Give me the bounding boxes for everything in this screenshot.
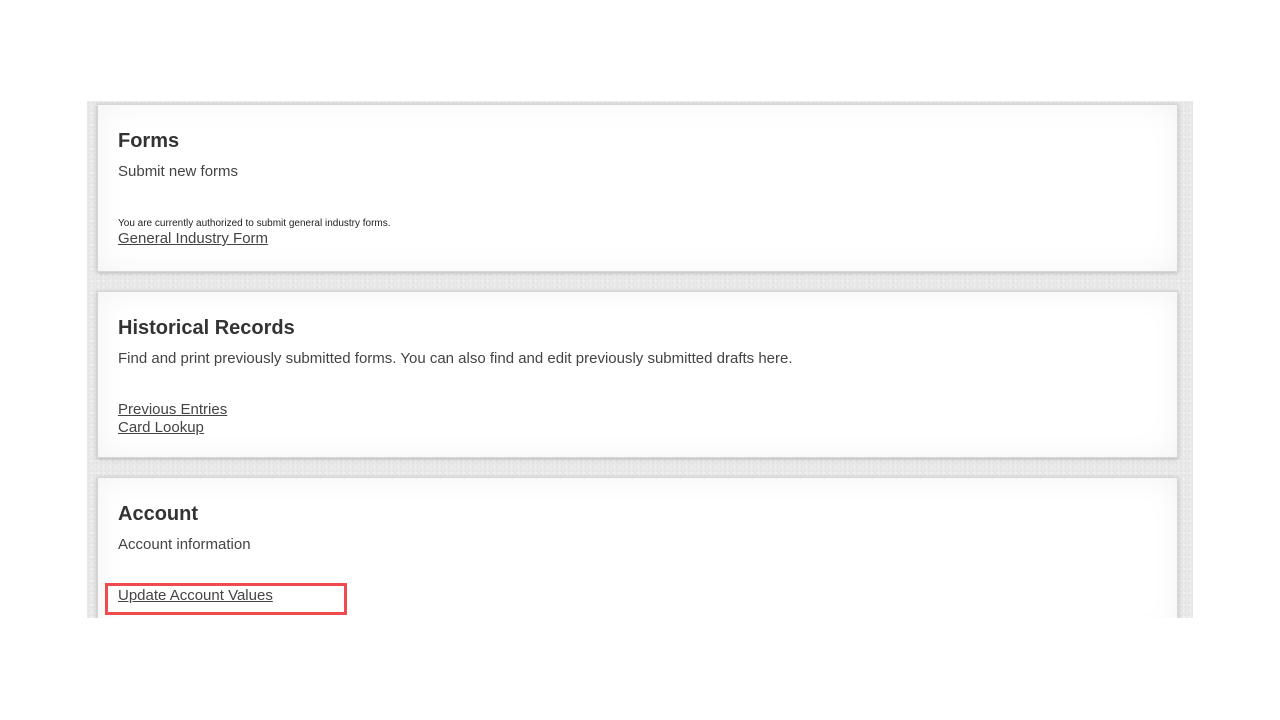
- forms-links: General Industry Form: [118, 230, 1157, 248]
- forms-description: Submit new forms: [118, 163, 239, 180]
- account-description: Account information: [118, 536, 251, 553]
- previous-entries-link[interactable]: Previous Entries: [118, 401, 1157, 419]
- historical-records-description: Find and print previously submitted form…: [118, 350, 793, 367]
- card-lookup-link[interactable]: Card Lookup: [118, 419, 1157, 437]
- account-title: Account: [118, 503, 198, 525]
- historical-records-card: Historical Records Find and print previo…: [97, 291, 1178, 458]
- historical-records-title: Historical Records: [118, 317, 295, 339]
- dashboard-viewport: Forms Submit new forms You are currently…: [87, 101, 1193, 618]
- account-card: Account Account information Update Accou…: [97, 477, 1178, 618]
- historical-records-links: Previous Entries Card Lookup: [118, 401, 1157, 437]
- forms-card: Forms Submit new forms You are currently…: [97, 104, 1178, 272]
- forms-authorization-note: You are currently authorized to submit g…: [118, 218, 391, 229]
- update-account-values-link[interactable]: Update Account Values: [118, 587, 1157, 605]
- account-links: Update Account Values: [118, 587, 1157, 605]
- forms-title: Forms: [118, 130, 180, 152]
- general-industry-form-link[interactable]: General Industry Form: [118, 230, 1157, 248]
